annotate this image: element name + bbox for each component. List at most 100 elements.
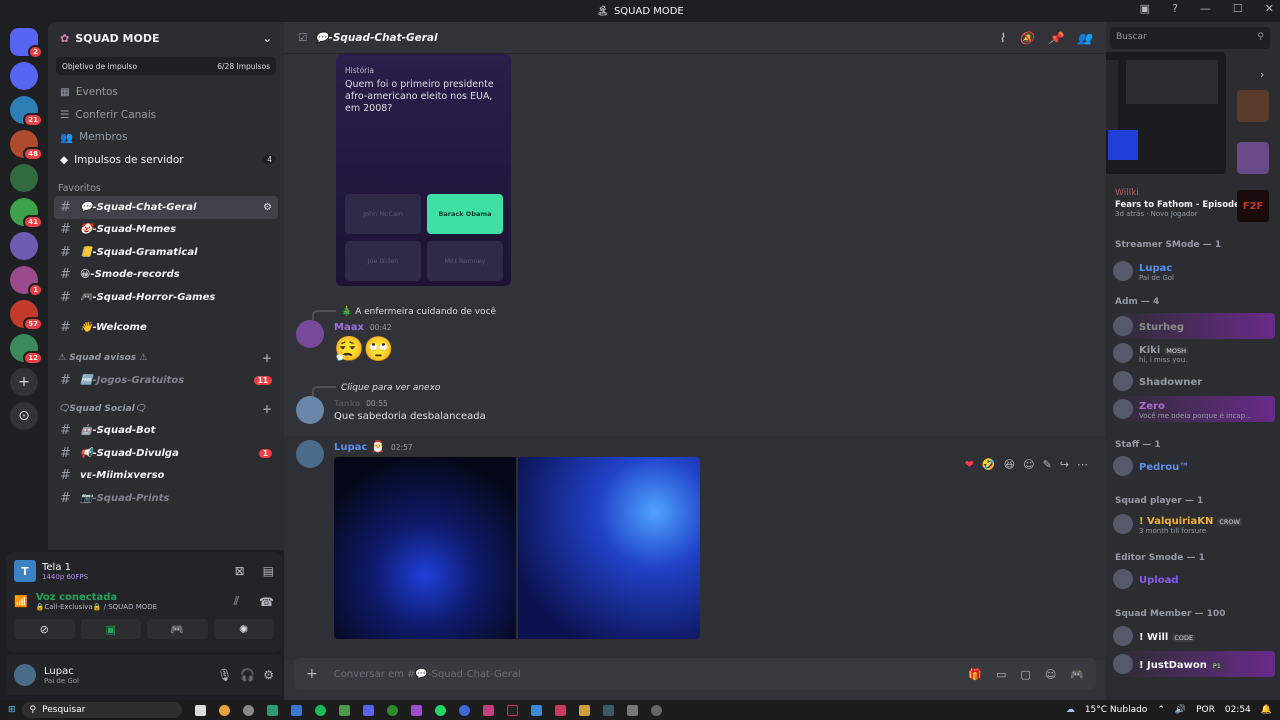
activity-thumb[interactable] bbox=[1237, 90, 1269, 122]
category-social[interactable]: 🗨Squad Social🗨 + bbox=[48, 398, 284, 420]
tray-chevron-icon[interactable]: ⌃ bbox=[1157, 705, 1165, 715]
author-name[interactable]: Tanko bbox=[334, 399, 360, 408]
stream-preview[interactable] bbox=[1106, 52, 1226, 174]
add-reaction-icon[interactable]: ☺ bbox=[1023, 458, 1034, 471]
app-icon[interactable] bbox=[482, 704, 494, 716]
server-icon[interactable]: 48 bbox=[10, 130, 43, 161]
settings-gear-icon[interactable]: ⚙ bbox=[263, 668, 274, 682]
gif-icon[interactable]: ▭ bbox=[996, 668, 1006, 681]
nav-events[interactable]: ▦ Eventos bbox=[48, 81, 284, 104]
server-icon[interactable]: 41 bbox=[10, 198, 43, 229]
disconnect-icon[interactable]: ☎ bbox=[259, 595, 274, 609]
discover-icon[interactable]: ⊙ bbox=[10, 402, 38, 430]
pin-icon[interactable]: 📌 bbox=[1048, 31, 1063, 45]
notifications-icon[interactable]: 🔕 bbox=[1019, 31, 1034, 45]
image-attachment[interactable] bbox=[518, 457, 700, 639]
heart-reaction[interactable]: ❤ bbox=[965, 458, 974, 471]
channel-item[interactable]: # 📢-Squad-Divulga 1 bbox=[54, 442, 278, 465]
avatar[interactable] bbox=[296, 320, 324, 348]
quiz-option-correct[interactable]: Barack Obama bbox=[427, 194, 503, 234]
user-name[interactable]: Lupac bbox=[44, 666, 79, 677]
channel-item[interactable]: # 👋-Welcome bbox=[54, 317, 278, 340]
activity-card[interactable]: Willki Fears to Fathom - Episode 1 3d at… bbox=[1115, 188, 1275, 228]
add-server-icon[interactable]: + bbox=[10, 368, 38, 396]
channel-settings-icon[interactable]: ⚙ bbox=[263, 202, 272, 213]
language-label[interactable]: POR bbox=[1196, 705, 1215, 715]
quiz-option[interactable]: Joe Biden bbox=[345, 241, 421, 281]
forward-icon[interactable]: ↪ bbox=[1060, 458, 1069, 471]
emoji-icon[interactable]: ☺ bbox=[1045, 668, 1056, 681]
avatar[interactable] bbox=[296, 396, 324, 424]
stop-stream-icon[interactable]: ⊠ bbox=[235, 564, 245, 578]
taskbar-search[interactable]: ⚲ Pesquisar bbox=[21, 702, 182, 718]
server-icon[interactable]: 57 bbox=[10, 300, 43, 331]
member-item[interactable]: Shadowner bbox=[1113, 368, 1275, 394]
notifications-icon[interactable]: 🔔 bbox=[1261, 705, 1272, 715]
member-item[interactable]: ! ValquiriaKN CROW 3 month till forsure bbox=[1113, 511, 1275, 537]
member-item[interactable]: ! Will CODE bbox=[1113, 623, 1275, 649]
app-icon[interactable] bbox=[578, 704, 590, 716]
server-icon[interactable]: 1 bbox=[10, 266, 43, 297]
author-name[interactable]: Lupac bbox=[334, 442, 367, 453]
member-item[interactable]: Pedrou™ bbox=[1113, 453, 1275, 479]
avatar[interactable] bbox=[14, 664, 36, 686]
screenshare-button[interactable]: ▣ bbox=[80, 619, 141, 639]
soundboard-button[interactable]: ✺ bbox=[213, 619, 274, 639]
voice-status[interactable]: Voz conectada bbox=[36, 592, 157, 603]
weather-label[interactable]: 15°C Nublado bbox=[1085, 705, 1147, 715]
activity-thumb[interactable] bbox=[1237, 142, 1269, 174]
microphone-icon[interactable]: 🎙 bbox=[217, 668, 232, 682]
maximize-button[interactable]: ☐ bbox=[1233, 2, 1243, 15]
channel-item[interactable]: # 🤡-Squad-Memes bbox=[54, 219, 278, 242]
channel-item[interactable]: # 📒-Squad-Gramatical bbox=[54, 241, 278, 264]
app-icon[interactable] bbox=[458, 704, 470, 716]
app-icon[interactable] bbox=[602, 704, 614, 716]
tiktok-icon[interactable] bbox=[506, 704, 518, 716]
channel-item[interactable]: # 🤖-Squad-Bot bbox=[54, 420, 278, 443]
noise-suppression-icon[interactable]: ⫽ bbox=[234, 594, 239, 609]
nav-boosts[interactable]: ◆ Impulsos de servidor 4 bbox=[48, 149, 284, 172]
activity-button[interactable]: 🎮 bbox=[147, 619, 208, 639]
apps-icon[interactable]: 🎮 bbox=[1070, 668, 1084, 681]
server-header[interactable]: ✿ SQUAD MODE ⌄ bbox=[48, 22, 284, 54]
server-icon[interactable]: 12 bbox=[10, 334, 43, 365]
app-icon[interactable] bbox=[266, 704, 278, 716]
member-item[interactable]: Upload bbox=[1113, 566, 1275, 592]
boost-goal[interactable]: Objetivo de impulso 6/28 Impulsos bbox=[56, 57, 276, 75]
member-item[interactable]: Zero Você me odeia porque é incap... bbox=[1113, 396, 1275, 422]
settings-icon[interactable] bbox=[650, 704, 662, 716]
sticker-icon[interactable]: ▢ bbox=[1020, 668, 1030, 681]
search-input[interactable]: Buscar ⚲ bbox=[1110, 27, 1270, 49]
laugh-reaction[interactable]: 🤣 bbox=[982, 458, 996, 471]
whatsapp-icon[interactable] bbox=[434, 704, 446, 716]
nav-members[interactable]: 👥 Membros bbox=[48, 126, 284, 149]
edit-icon[interactable]: ✎ bbox=[1043, 458, 1052, 471]
category-avisos[interactable]: ⚠ Squad avisos ⚠ + bbox=[48, 347, 284, 369]
image-attachment[interactable] bbox=[334, 457, 516, 639]
close-button[interactable]: ✕ bbox=[1265, 2, 1274, 15]
add-channel-icon[interactable]: + bbox=[262, 402, 272, 416]
server-icon[interactable] bbox=[10, 62, 38, 90]
screen-settings-icon[interactable]: ▤ bbox=[263, 564, 274, 578]
attach-plus-icon[interactable]: + bbox=[306, 666, 318, 682]
smile-reaction[interactable]: 😆 bbox=[1004, 458, 1015, 471]
add-channel-icon[interactable]: + bbox=[262, 351, 272, 365]
windows-start-icon[interactable]: ⊞ bbox=[8, 705, 16, 715]
server-icon[interactable] bbox=[10, 232, 38, 260]
member-item[interactable]: Sturheg bbox=[1113, 313, 1275, 339]
nav-browse-channels[interactable]: ☰ Conferir Canais bbox=[48, 104, 284, 127]
reply-preview[interactable]: Clique para ver anexo bbox=[312, 380, 440, 396]
clock[interactable]: 02:54 bbox=[1225, 705, 1251, 715]
app-icon[interactable] bbox=[626, 704, 638, 716]
more-icon[interactable]: ⋯ bbox=[1077, 458, 1088, 471]
quiz-option[interactable]: Mitt Romney bbox=[427, 241, 503, 281]
channel-item[interactable]: # 💬-Squad-Chat-Geral ⚙ bbox=[54, 196, 278, 219]
channel-item[interactable]: # ᴠᴇ-Miimixverso bbox=[54, 465, 278, 488]
channel-item[interactable]: # 🎮-Squad-Horror-Games bbox=[54, 286, 278, 309]
channel-item[interactable]: # 😀-Smode-records bbox=[54, 264, 278, 287]
app-icon[interactable] bbox=[410, 704, 422, 716]
headphones-icon[interactable]: 🎧 bbox=[240, 668, 255, 682]
discord-home-icon[interactable]: 2 bbox=[10, 28, 43, 59]
app-icon[interactable] bbox=[554, 704, 566, 716]
taskview-icon[interactable] bbox=[194, 704, 206, 716]
